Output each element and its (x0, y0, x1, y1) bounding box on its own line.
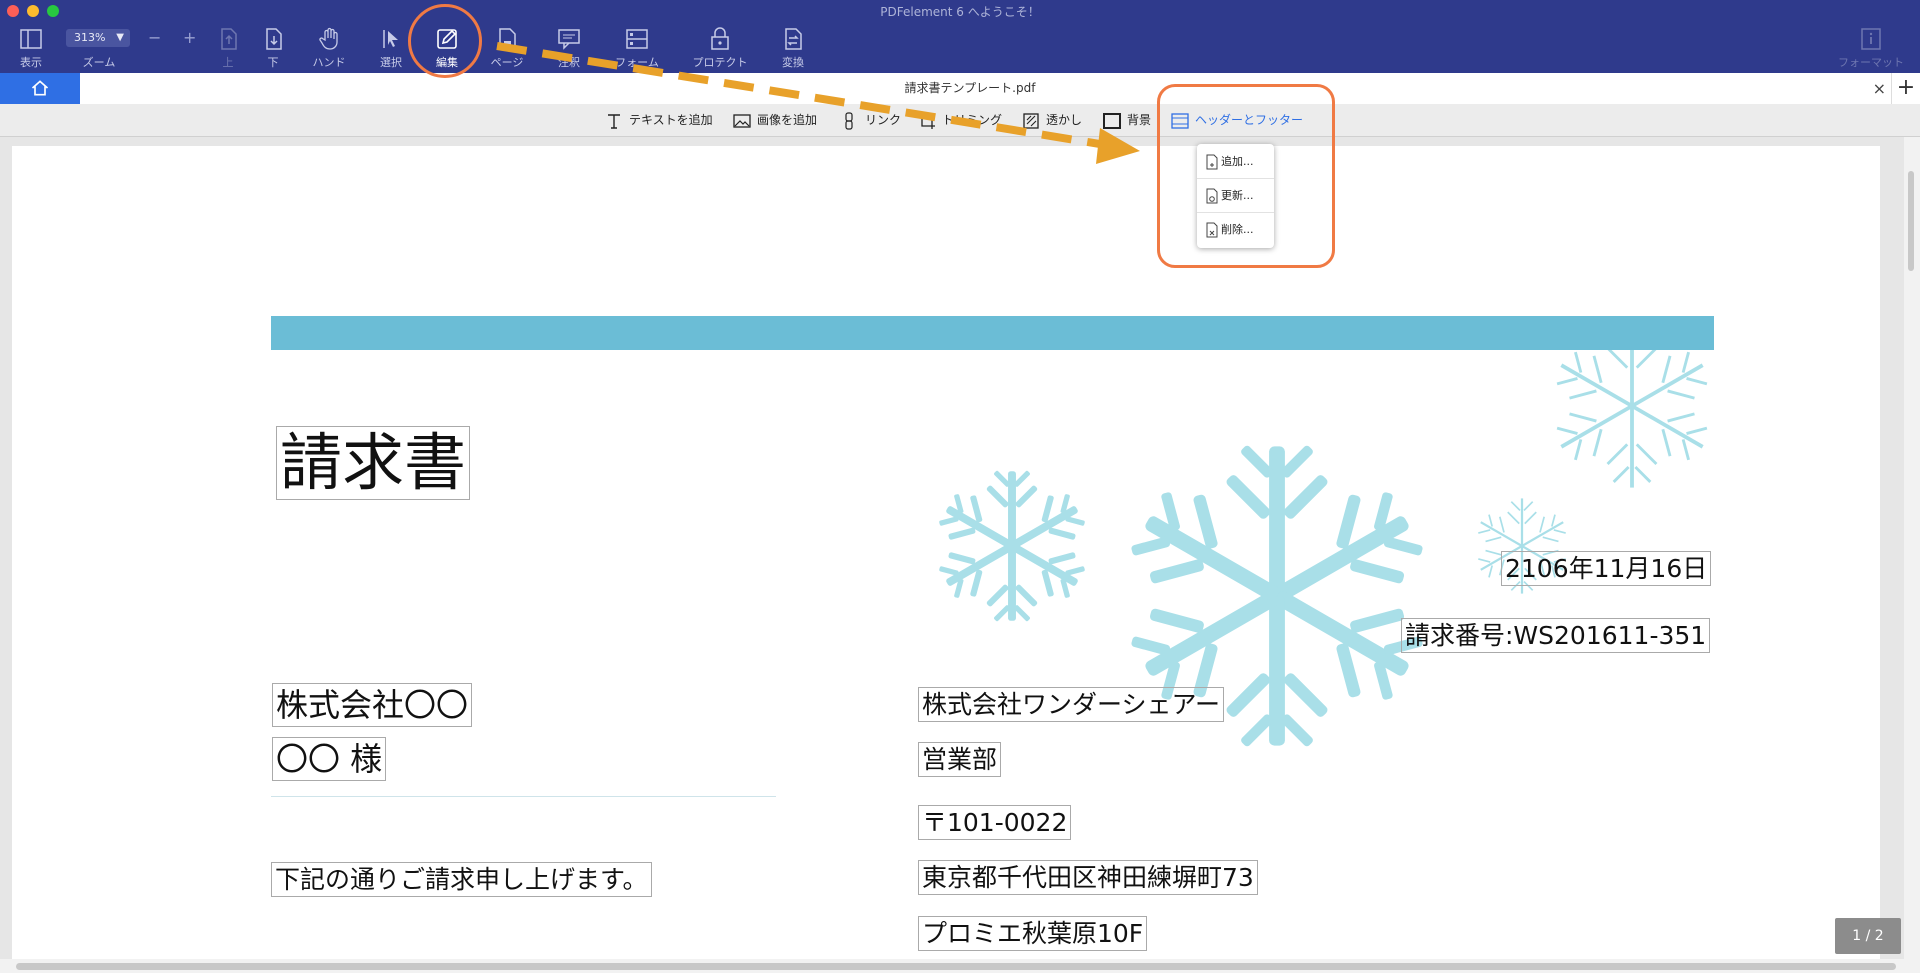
link-tool[interactable]: リンク (841, 110, 901, 130)
text-icon (608, 113, 620, 129)
link-icon (845, 111, 853, 130)
page-down-icon (266, 28, 282, 50)
zoom-in-button[interactable]: + (183, 28, 196, 47)
header-footer-highlight-box (1157, 84, 1335, 268)
add-text-tool[interactable]: テキストを追加 (605, 110, 713, 130)
pdf-page: 請求書 2106年11月16日 請求番号:WS201611-351 株式会社〇〇… (12, 146, 1880, 966)
hand-label: ハンド (312, 56, 346, 69)
next-page-button[interactable]: 下 (242, 24, 304, 70)
protect-button[interactable]: プロテクト (689, 24, 751, 70)
invoice-message[interactable]: 下記の通りご請求申し上げます。 (271, 862, 652, 897)
zoom-out-button[interactable]: − (148, 28, 161, 47)
page-icon (499, 28, 516, 50)
form-label: フォーム (615, 56, 659, 69)
window-title: PDFelement 6 へようこそ！ (880, 5, 1040, 19)
lock-icon (711, 27, 729, 50)
new-tab-button[interactable]: + (1891, 73, 1920, 104)
page-button[interactable]: ページ (476, 24, 538, 70)
page-indicator: 1 / 2 (1835, 918, 1901, 954)
cursor-icon (383, 30, 398, 48)
add-image-label: 画像を追加 (757, 113, 818, 127)
watermark-tool[interactable]: 透かし (1022, 110, 1082, 130)
watermark-icon (1023, 112, 1039, 129)
format-icon (1861, 28, 1881, 50)
edit-highlight-circle (408, 4, 482, 78)
crop-label: トリミング (942, 113, 1003, 127)
panel-icon (20, 29, 42, 49)
horizontal-scroll-thumb[interactable] (16, 963, 1896, 970)
home-tab[interactable] (0, 73, 80, 104)
home-icon (31, 80, 49, 96)
add-text-label: テキストを追加 (629, 113, 713, 127)
background-icon (1103, 112, 1121, 129)
comment-label: 注釈 (558, 56, 580, 69)
down-label: 下 (267, 56, 279, 69)
sender-company[interactable]: 株式会社ワンダーシェアー (918, 687, 1225, 722)
edit-toolbar: テキストを追加 画像を追加 リンク トリミング 透かし 背景 ヘッダーとフッター (0, 104, 1920, 137)
format-label: フォーマット (1838, 56, 1904, 69)
sender-postal-code[interactable]: 〒101-0022 (918, 805, 1072, 840)
tab-document-title[interactable]: 請求書テンプレート.pdf (80, 73, 1860, 104)
document-viewport[interactable]: 請求書 2106年11月16日 請求番号:WS201611-351 株式会社〇〇… (0, 137, 1920, 966)
close-tab-button[interactable]: × (1873, 73, 1886, 104)
hand-icon (319, 27, 338, 50)
protect-label: プロテクト (692, 56, 748, 69)
comment-icon (558, 29, 580, 50)
client-name[interactable]: 〇〇 様 (272, 737, 387, 781)
crop-icon (919, 112, 935, 129)
convert-icon (785, 28, 802, 50)
crop-tool[interactable]: トリミング (918, 110, 1002, 130)
divider (271, 796, 776, 797)
invoice-number[interactable]: 請求番号:WS201611-351 (1401, 618, 1711, 653)
client-company[interactable]: 株式会社〇〇 (272, 683, 473, 727)
watermark-label: 透かし (1046, 113, 1083, 127)
zoom-label: ズーム (82, 56, 116, 69)
view-button[interactable]: 表示 (0, 24, 62, 70)
sender-address-line2[interactable]: プロミエ秋葉原10F (918, 916, 1148, 951)
sender-address-line1[interactable]: 東京都千代田区神田練塀町73 (918, 860, 1258, 895)
form-button[interactable]: フォーム (606, 24, 668, 70)
link-label: リンク (865, 113, 902, 127)
vertical-scroll-thumb[interactable] (1908, 171, 1914, 271)
page-label: ページ (490, 56, 524, 69)
header-band (271, 316, 1714, 350)
tab-bar: 請求書テンプレート.pdf × + (0, 73, 1920, 105)
page-up-icon (221, 28, 237, 50)
form-icon (626, 29, 648, 49)
background-label: 背景 (1127, 113, 1152, 127)
image-icon (733, 113, 751, 128)
vertical-scrollbar[interactable] (1904, 137, 1920, 959)
hand-tool-button[interactable]: ハンド (298, 24, 360, 70)
sender-department[interactable]: 営業部 (918, 742, 1002, 777)
view-label: 表示 (20, 56, 42, 69)
background-tool[interactable]: 背景 (1103, 110, 1151, 130)
comment-button[interactable]: 注釈 (538, 24, 600, 70)
format-button[interactable]: フォーマット (1834, 24, 1908, 70)
invoice-date[interactable]: 2106年11月16日 (1501, 551, 1712, 586)
horizontal-scrollbar[interactable] (0, 959, 1920, 973)
document-title[interactable]: 請求書 (276, 426, 471, 500)
zoom-label-wrap: ズーム (67, 24, 131, 70)
main-toolbar: PDFelement 6 へようこそ！ 表示 313% ▼ ズーム − + 上 … (0, 0, 1920, 73)
add-image-tool[interactable]: 画像を追加 (733, 110, 817, 130)
convert-button[interactable]: 変換 (762, 24, 824, 70)
convert-label: 変換 (782, 56, 804, 69)
